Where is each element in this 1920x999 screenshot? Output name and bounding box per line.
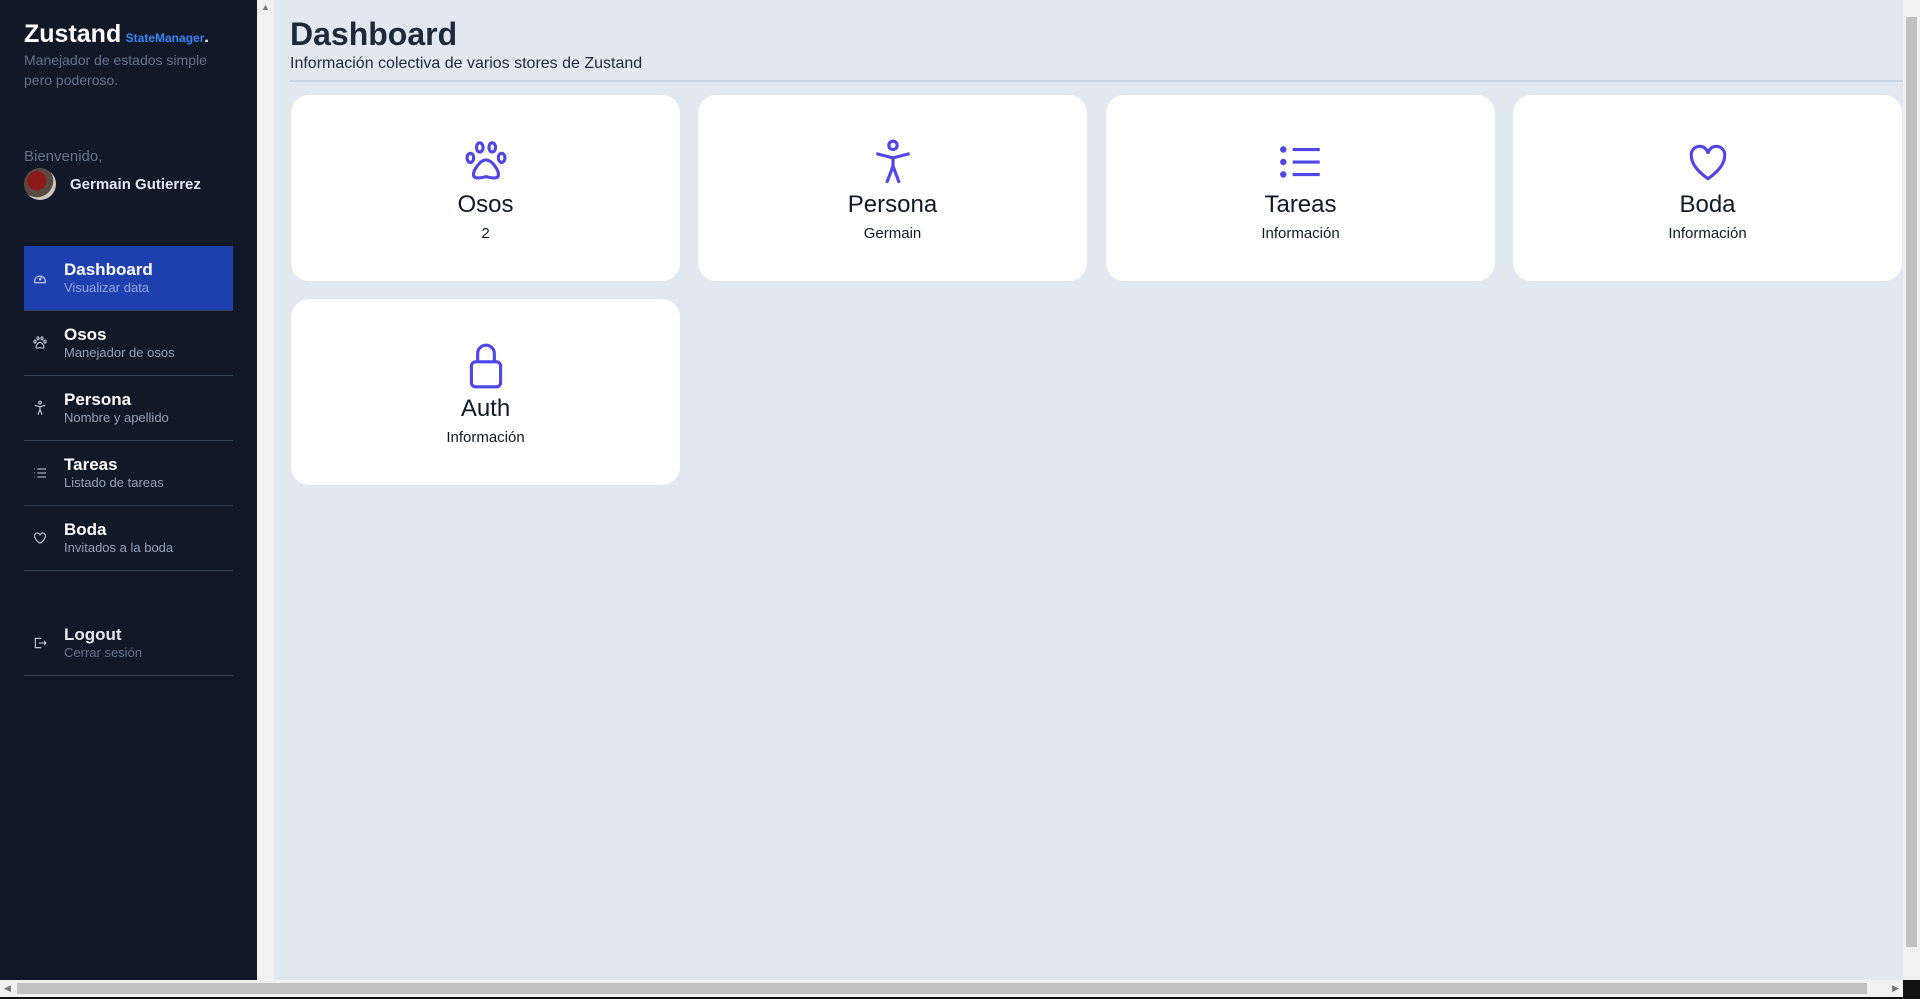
nav-title: Logout xyxy=(64,625,122,644)
sidebar-item-osos[interactable]: Osos Manejador de osos xyxy=(24,311,233,376)
user-profile: Germain Gutierrez xyxy=(24,168,201,200)
main-content: Dashboard Información colectiva de vario… xyxy=(274,0,1903,980)
card-osos[interactable]: Osos 2 xyxy=(291,95,680,281)
nav-desc: Manejador de osos xyxy=(64,345,175,360)
card-value: Información xyxy=(1261,225,1340,242)
nav-desc: Cerrar sesión xyxy=(64,645,143,660)
card-title: Persona xyxy=(847,191,938,218)
sidebar-item-persona[interactable]: Persona Nombre y apellido xyxy=(24,376,233,441)
card-boda[interactable]: Boda Información xyxy=(1513,95,1902,281)
card-value: Germain xyxy=(863,225,922,242)
card-title: Osos xyxy=(457,191,514,218)
horizontal-scrollbar[interactable]: ◀ ▶ xyxy=(0,980,1903,997)
brand-logo: Zustand StateManager. xyxy=(24,20,209,49)
logout-nav: Logout Cerrar sesión xyxy=(24,611,233,676)
card-title: Auth xyxy=(460,395,511,422)
brand-tagline: Manejador de estados simple pero poderos… xyxy=(24,52,207,88)
logout-icon xyxy=(32,635,48,651)
user-name: Germain Gutierrez xyxy=(70,175,201,193)
nav-title: Tareas xyxy=(64,455,118,474)
paw-icon xyxy=(32,335,48,351)
welcome-text: Bienvenido, xyxy=(24,148,103,165)
page-title: Dashboard xyxy=(290,16,458,52)
list-icon xyxy=(32,465,48,481)
divider xyxy=(290,80,1903,82)
card-value: 2 xyxy=(481,225,490,242)
scrollbar-thumb[interactable] xyxy=(17,983,1867,994)
card-title: Tareas xyxy=(1264,191,1337,218)
card-auth[interactable]: Auth Información xyxy=(291,299,680,485)
dashboard-gauge-icon xyxy=(32,270,48,286)
sidebar-nav: Dashboard Visualizar data Osos Manejador d… xyxy=(24,246,233,571)
brand-name: Zustand xyxy=(24,20,122,48)
nav-desc: Nombre y apellido xyxy=(64,410,169,425)
vertical-scrollbar[interactable] xyxy=(1903,0,1920,980)
sidebar-item-dashboard[interactable]: Dashboard Visualizar data xyxy=(24,246,233,311)
nav-title: Osos xyxy=(64,325,107,344)
card-persona[interactable]: Persona Germain xyxy=(698,95,1087,281)
nav-desc: Invitados a la boda xyxy=(64,540,174,555)
heart-icon xyxy=(1689,144,1726,181)
card-tareas[interactable]: Tareas Información xyxy=(1106,95,1495,281)
sidebar-scrollbar[interactable]: ▲ xyxy=(257,0,274,980)
nav-desc: Visualizar data xyxy=(64,280,150,295)
heart-icon xyxy=(32,530,48,546)
page-subtitle: Información colectiva de varios stores d… xyxy=(290,55,643,72)
list-icon xyxy=(1279,146,1320,178)
paw-icon xyxy=(464,141,507,180)
avatar xyxy=(24,168,56,200)
sidebar-item-boda[interactable]: Boda Invitados a la boda xyxy=(24,506,233,571)
nav-title: Boda xyxy=(64,520,107,539)
nav-desc: Listado de tareas xyxy=(64,475,164,490)
scrollbar-thumb[interactable] xyxy=(1906,17,1917,947)
sidebar: Zustand StateManager. Manejador de estad… xyxy=(0,0,257,980)
app: Zustand StateManager. Manejador de estad… xyxy=(0,0,1920,980)
nav-title: Persona xyxy=(64,390,132,409)
brand-sub: StateManager xyxy=(125,31,205,45)
brand-dot: . xyxy=(204,29,209,46)
card-title: Boda xyxy=(1679,191,1736,218)
card-value: Información xyxy=(1668,225,1747,242)
card-value: Información xyxy=(446,429,525,446)
nav-title: Dashboard xyxy=(64,260,153,279)
person-icon xyxy=(875,139,910,184)
logout-button[interactable]: Logout Cerrar sesión xyxy=(24,611,233,676)
sidebar-item-tareas[interactable]: Tareas Listado de tareas xyxy=(24,441,233,506)
lock-icon xyxy=(469,343,502,389)
person-icon xyxy=(32,400,48,416)
